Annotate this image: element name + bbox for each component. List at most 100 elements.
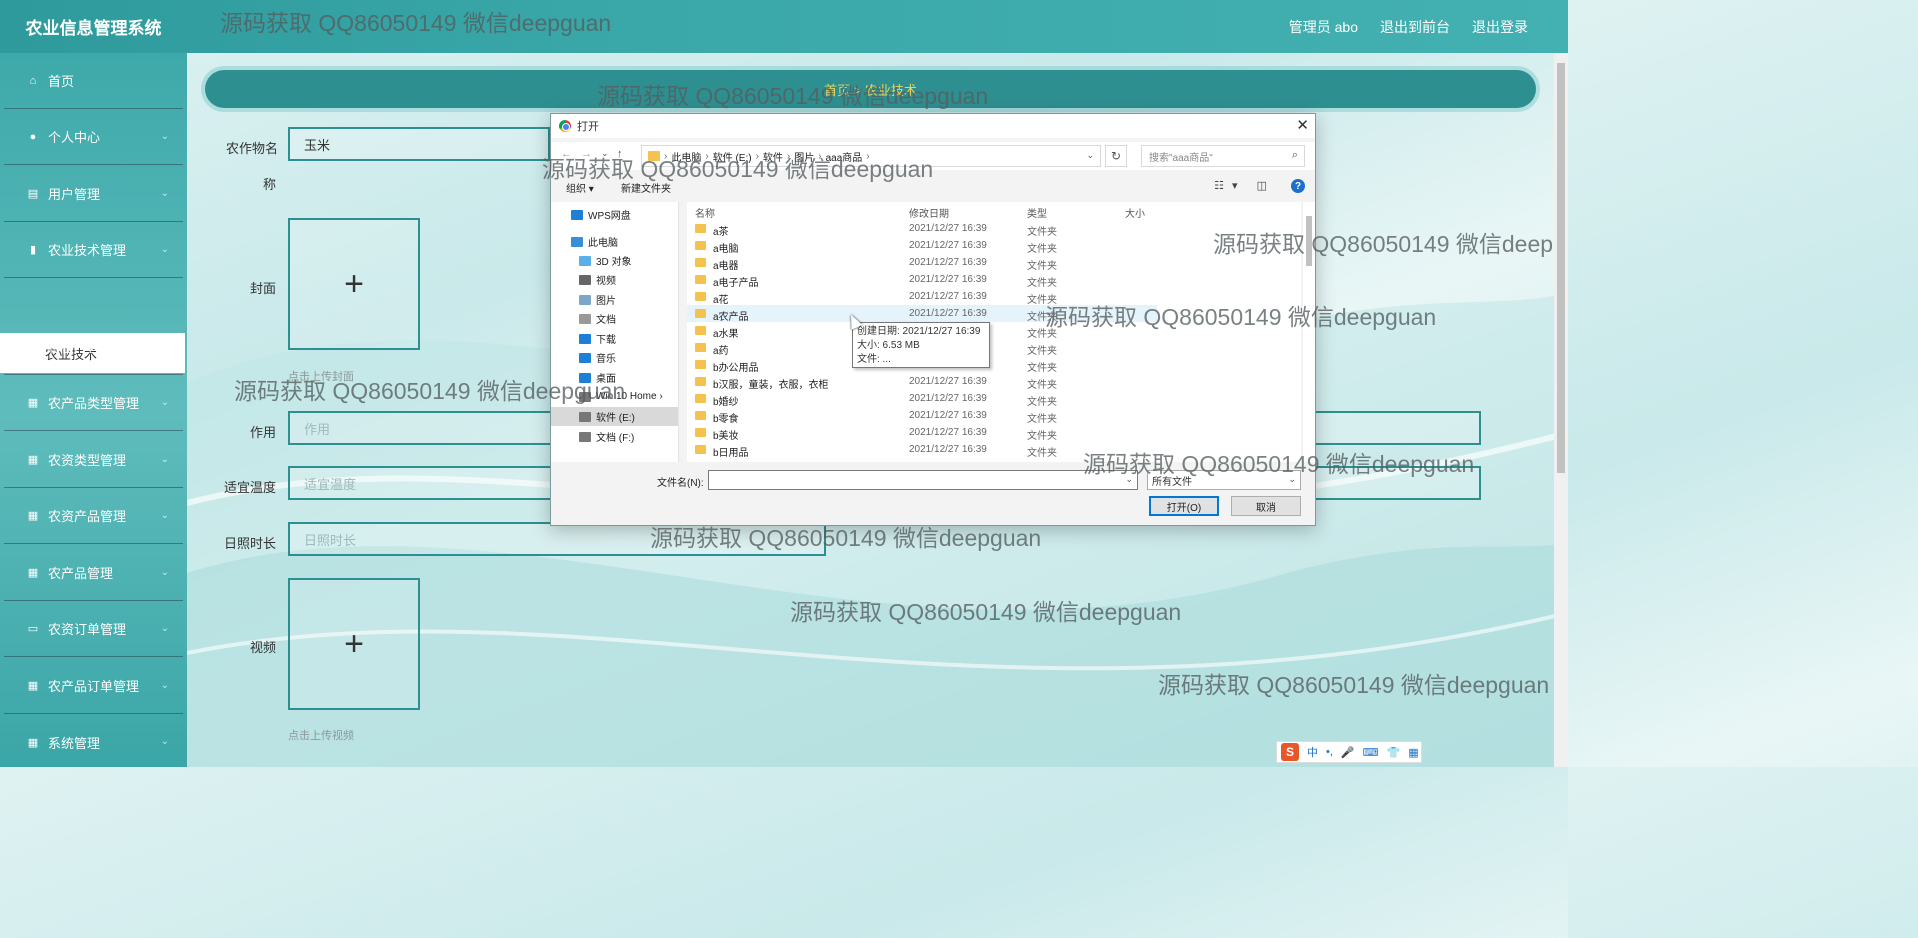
sidebar-item-material-order-management[interactable]: ▭ 农资订单管理 ⌄ [4, 601, 183, 657]
path-segment[interactable]: aaa商品 [826, 149, 863, 164]
breadcrumb[interactable]: 首页 > 农业技术 [205, 70, 1536, 108]
tree-label: 文档 [596, 315, 616, 326]
forward-arrow-icon[interactable]: → [581, 148, 592, 160]
sidebar-item-user-management[interactable]: ▤ 用户管理 ⌄ [4, 166, 183, 222]
back-arrow-icon[interactable]: ← [561, 148, 572, 160]
file-row[interactable]: b婚纱 2021/12/27 16:39 文件夹 [687, 390, 1157, 408]
sidebar-item-home[interactable]: ⌂ 首页 [4, 53, 183, 109]
address-bar[interactable]: › 此电脑 › 软件 (E:) › 软件 › 图片 › aaa商品 › ⌄ [641, 145, 1101, 167]
filetype-select[interactable]: 所有文件 ⌄ [1147, 470, 1301, 490]
organize-menu[interactable]: 组织 ▾ [566, 180, 594, 195]
ime-skin-icon[interactable]: 👕 [1387, 746, 1401, 759]
video-upload[interactable]: + [288, 578, 420, 710]
file-row[interactable]: a电脑 2021/12/27 16:39 文件夹 [687, 237, 1157, 255]
tree-item-3d[interactable]: 3D 对象 [551, 251, 678, 270]
drive-icon [579, 391, 591, 402]
path-segment[interactable]: 软件 [763, 149, 783, 164]
sidebar-item-material-product-management[interactable]: ▦ 农资产品管理 ⌄ [4, 488, 183, 544]
path-segment[interactable]: 软件 (E:) [713, 149, 752, 164]
ime-punctuation-icon[interactable]: •, [1326, 746, 1333, 758]
tree-item-this-pc[interactable]: 此电脑 [551, 232, 678, 251]
chevron-down-icon[interactable]: ⌄ [1125, 474, 1133, 485]
cancel-button[interactable]: 取消 [1231, 496, 1301, 516]
close-icon[interactable]: ✕ [1296, 116, 1309, 134]
file-row[interactable]: b零食 2021/12/27 16:39 文件夹 [687, 407, 1157, 425]
file-date: 2021/12/27 16:39 [909, 291, 987, 302]
path-segment[interactable]: 图片 [794, 149, 814, 164]
up-arrow-icon[interactable]: ↑ [617, 148, 623, 160]
column-header-date[interactable]: 修改日期 [909, 205, 949, 220]
tree-item-f-drive[interactable]: 文档 (F:) [551, 427, 678, 446]
sidebar-item-grower-management[interactable]: ▦ 种植户管理 ⌄ [4, 319, 183, 375]
column-header-name[interactable]: 名称 [695, 205, 715, 220]
file-row[interactable]: a茶 2021/12/27 16:39 文件夹 [687, 220, 1157, 238]
ime-toolbar[interactable]: S 中 •, 🎤 ⌨ 👕 ▦ [1276, 741, 1422, 763]
open-button[interactable]: 打开(O) [1149, 496, 1219, 516]
tree-item-downloads[interactable]: 下载 [551, 329, 678, 348]
tree-item-c-drive[interactable]: Win 10 Home › [551, 387, 678, 406]
tree-item-videos[interactable]: 视频 [551, 270, 678, 289]
file-row[interactable]: b汉服，童装，衣服，衣柜 2021/12/27 16:39 文件夹 [687, 373, 1157, 391]
ime-keyboard-icon[interactable]: ⌨ [1363, 746, 1379, 759]
ime-microphone-icon[interactable]: 🎤 [1341, 746, 1355, 759]
sidebar-item-agri-tech-management[interactable]: ▮ 农业技术管理 ⌄ [4, 222, 183, 278]
filename-input[interactable]: ⌄ [708, 470, 1138, 490]
sunshine-input[interactable]: 日照时长 [288, 522, 826, 556]
logout-link[interactable]: 退出登录 [1472, 17, 1528, 37]
sidebar-item-personal-center[interactable]: ● 个人中心 ⌄ [4, 109, 183, 165]
file-list: 名称 修改日期 类型 大小 a茶 2021/12/27 16:39 文件夹 a电脑 2… [687, 202, 1301, 462]
scrollbar-thumb[interactable] [1306, 216, 1312, 266]
file-row[interactable]: a电子产品 2021/12/27 16:39 文件夹 [687, 271, 1157, 289]
folder-icon [695, 326, 706, 335]
tree-item-music[interactable]: 音乐 [551, 348, 678, 367]
tree-item-pictures[interactable]: 图片 [551, 290, 678, 309]
grid-icon: ▦ [27, 341, 39, 353]
tree-item-desktop[interactable]: 桌面 [551, 368, 678, 387]
file-row[interactable]: b美妆 2021/12/27 16:39 文件夹 [687, 424, 1157, 442]
path-segment[interactable]: 此电脑 [671, 149, 701, 164]
chevron-down-icon: ⌄ [160, 510, 169, 521]
folder-icon [695, 445, 706, 454]
tooltip-created: 创建日期: 2021/12/27 16:39 [857, 326, 981, 337]
column-header-size[interactable]: 大小 [1125, 205, 1145, 220]
refresh-icon[interactable]: ↻ [1105, 145, 1127, 167]
ime-chinese-mode[interactable]: 中 [1307, 744, 1318, 760]
sidebar-item-label: 农资类型管理 [48, 453, 127, 468]
sidebar-item-material-type-management[interactable]: ▦ 农资类型管理 ⌄ [4, 432, 183, 488]
column-header-type[interactable]: 类型 [1027, 205, 1047, 220]
crop-name-label-cont: 称 [262, 177, 276, 192]
sidebar-item-system-management[interactable]: ▦ 系统管理 ⌄ [4, 714, 183, 770]
view-options-icon[interactable]: ☷▾ ◫ [1214, 179, 1275, 192]
tree-item-documents[interactable]: 文档 [551, 309, 678, 328]
scrollbar-thumb[interactable] [1557, 63, 1565, 473]
file-date: 2021/12/27 16:39 [909, 308, 987, 319]
folder-icon [695, 428, 706, 437]
crop-name-input[interactable]: 玉米 [288, 127, 550, 161]
file-type: 文件夹 [1027, 431, 1057, 442]
file-row[interactable]: b日用品 2021/12/27 16:39 文件夹 [687, 441, 1157, 459]
chevron-down-icon: ⌄ [160, 736, 169, 747]
admin-user-link[interactable]: 管理员 abo [1289, 17, 1358, 37]
folder-icon [695, 292, 706, 301]
watermark: 源码获取 QQ86050149 微信deepguan [790, 599, 1182, 625]
sidebar-item-product-management[interactable]: ▦ 农产品管理 ⌄ [4, 545, 183, 601]
help-icon[interactable]: ? [1291, 179, 1305, 193]
sidebar-item-product-order-management[interactable]: ▦ 农产品订单管理 ⌄ [4, 658, 183, 714]
tree-item-wps[interactable]: WPS网盘 [551, 205, 678, 224]
dialog-search-input[interactable]: 搜索"aaa商品" ⌕ [1141, 145, 1305, 167]
recent-dropdown-icon[interactable]: ⌄ [601, 148, 609, 159]
file-row[interactable]: a花 2021/12/27 16:39 文件夹 [687, 288, 1157, 306]
ime-toolbox-icon[interactable]: ▦ [1408, 746, 1418, 759]
chevron-down-icon: ⌄ [1288, 474, 1296, 484]
file-row[interactable]: a电器 2021/12/27 16:39 文件夹 [687, 254, 1157, 272]
page-scrollbar[interactable] [1554, 53, 1568, 767]
chevron-down-icon[interactable]: ⌄ [1086, 150, 1094, 161]
sidebar-item-product-type-management[interactable]: ▦ 农产品类型管理 ⌄ [4, 375, 183, 431]
file-row-hovered[interactable]: a农产品 2021/12/27 16:39 文件夹 [687, 305, 1157, 323]
new-folder-button[interactable]: 新建文件夹 [621, 180, 671, 195]
file-type: 文件夹 [1027, 414, 1057, 425]
tree-item-e-drive[interactable]: 软件 (E:) [551, 407, 678, 426]
cover-upload[interactable]: + [288, 218, 420, 350]
file-list-scrollbar[interactable] [1303, 202, 1315, 462]
back-to-frontend-link[interactable]: 退出到前台 [1380, 17, 1450, 37]
